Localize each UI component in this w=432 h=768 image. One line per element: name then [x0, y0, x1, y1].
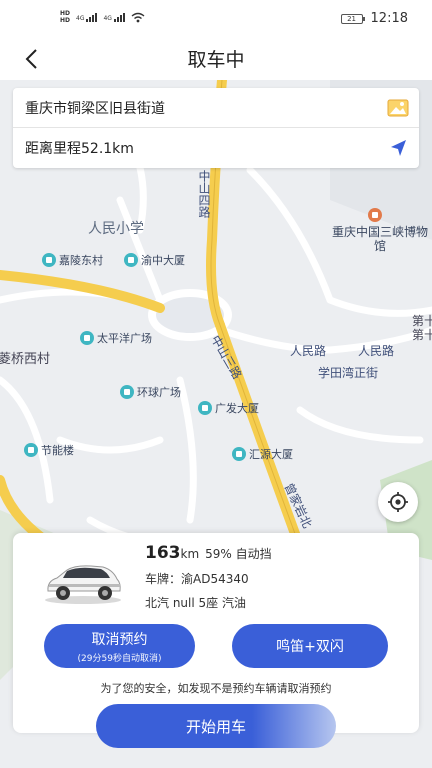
distance-row: 距离里程52.1km — [13, 128, 419, 168]
address-card: 重庆市铜梁区旧县街道 距离里程52.1km — [13, 88, 419, 168]
locate-button[interactable] — [378, 482, 418, 522]
map-road-label: 学田湾正街 — [318, 366, 379, 380]
map-road-label: 人民路 — [290, 344, 327, 358]
cancel-label: 取消预约 — [91, 631, 148, 648]
battery-transmission: 59% 自动挡 — [205, 547, 272, 561]
poi-icon — [198, 401, 212, 415]
range-value: 163 — [145, 543, 181, 563]
map-poi[interactable]: 太平洋广场 — [80, 330, 152, 346]
image-icon[interactable] — [387, 98, 409, 118]
network-indicator: HD HD — [60, 10, 71, 24]
map-poi[interactable]: 汇源大厦 — [232, 446, 293, 462]
map-poi[interactable]: 节能楼 — [24, 442, 74, 458]
signal-icon-2: 4G — [103, 12, 125, 22]
car-image — [45, 565, 121, 604]
wifi-icon — [131, 12, 145, 22]
car-details: 163km 59% 自动挡 车牌：渝AD54340 北汽 null 5座 汽油 — [145, 543, 272, 611]
target-icon — [388, 492, 408, 512]
plate-number: 车牌：渝AD54340 — [145, 572, 249, 586]
cancel-reservation-button[interactable]: 取消预约 (29分59秒自动取消) — [44, 624, 195, 668]
map-road-label: 人民路 — [358, 344, 395, 358]
distance-text: 距离里程52.1km — [25, 141, 134, 157]
map-poi[interactable]: 广发大厦 — [198, 400, 259, 416]
map-poi-museum[interactable]: 重庆中国三峡博物馆 — [330, 208, 430, 253]
header: 取车中 — [0, 38, 432, 80]
poi-icon — [120, 385, 134, 399]
honk-flash-button[interactable]: 鸣笛+双闪 — [232, 624, 388, 668]
poi-icon — [42, 253, 56, 267]
poi-icon — [24, 443, 38, 457]
honk-label: 鸣笛+双闪 — [276, 639, 344, 655]
poi-icon — [232, 447, 246, 461]
map-edge-label: 第十 — [412, 328, 432, 342]
map-poi[interactable]: 渝中大厦 — [124, 252, 185, 268]
page-title: 取车中 — [187, 49, 245, 71]
pickup-location-row[interactable]: 重庆市铜梁区旧县街道 — [13, 88, 419, 128]
poi-icon — [124, 253, 138, 267]
status-bar: HD HD 4G 4G 21 12:18 — [0, 0, 432, 38]
map-road-label: 中山四路 — [197, 170, 211, 218]
cancel-countdown: (29分59秒自动取消) — [77, 653, 162, 664]
range-unit: km — [180, 547, 200, 561]
map-poi[interactable]: 嘉陵东村 — [42, 252, 103, 268]
start-use-button[interactable]: 开始用车 — [96, 704, 336, 748]
battery-icon: 21 — [340, 13, 365, 24]
map-poi[interactable]: 环球广场 — [120, 384, 181, 400]
pickup-location: 重庆市铜梁区旧县街道 — [25, 100, 165, 117]
navigation-arrow-icon[interactable] — [387, 138, 409, 158]
museum-icon — [368, 208, 382, 222]
car-info-card: 163km 59% 自动挡 车牌：渝AD54340 北汽 null 5座 汽油 … — [13, 533, 419, 733]
map-area-label: 人民小学 — [88, 221, 144, 237]
clock: 12:18 — [370, 11, 408, 26]
poi-icon — [80, 331, 94, 345]
car-model: 北汽 null 5座 汽油 — [145, 596, 246, 610]
map-edge-label: 菱桥西村 — [0, 352, 51, 367]
start-label: 开始用车 — [185, 717, 246, 736]
signal-icon: 4G — [76, 12, 98, 22]
safety-note: 为了您的安全，如发现不是预约车辆请取消预约 — [100, 682, 332, 695]
